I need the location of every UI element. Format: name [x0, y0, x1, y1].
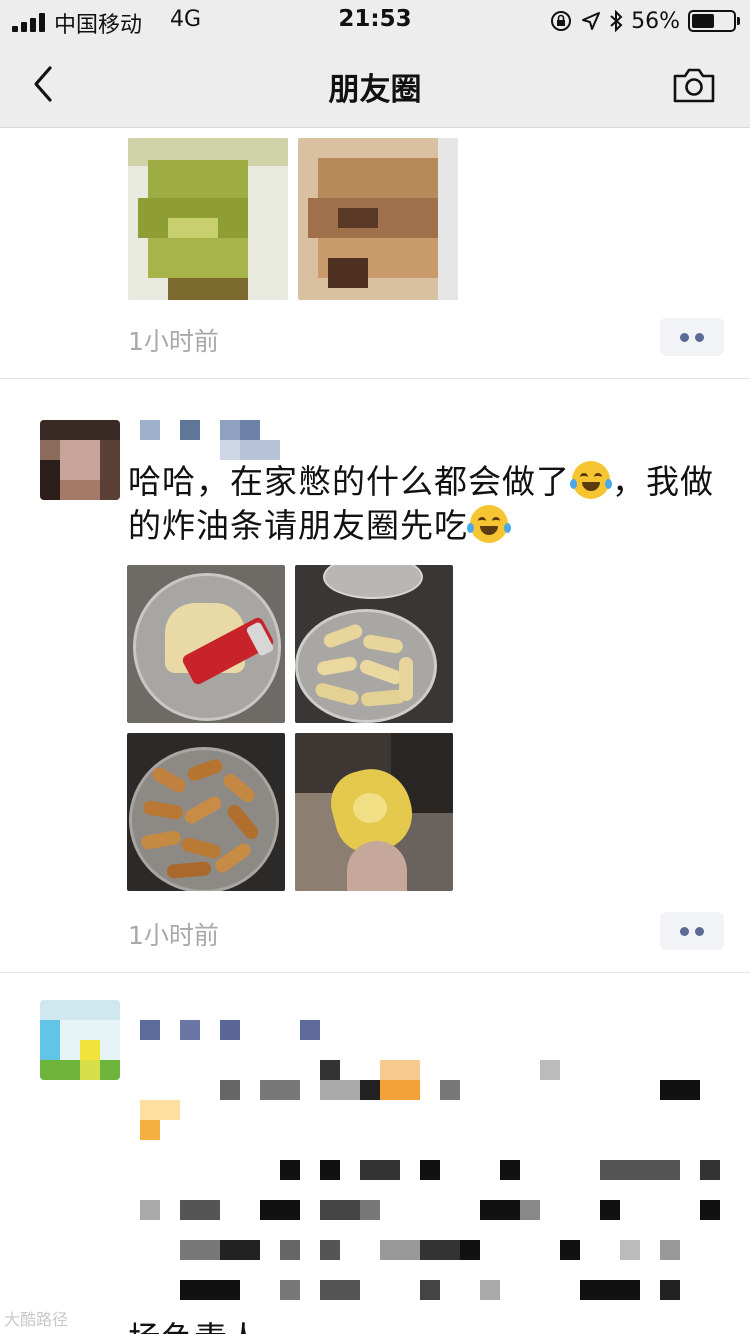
status-icons: 56% — [549, 6, 740, 36]
page-title: 朋友圈 — [328, 72, 422, 108]
post-text-partial: 场负责人 — [128, 1312, 260, 1334]
battery-percent: 56% — [631, 8, 680, 34]
post-photo-kiwi[interactable] — [128, 138, 288, 300]
post-text-partial-label: 场负责人 — [128, 1319, 260, 1334]
post-photo-bread[interactable] — [298, 138, 458, 300]
more-actions-button[interactable] — [660, 318, 724, 356]
avatar[interactable] — [40, 420, 120, 500]
crying-laughing-emoji — [570, 461, 612, 499]
post-photo-dough-strips[interactable] — [295, 565, 453, 723]
post-text: 哈哈，在家憋的什么都会做了 ，我做 的炸油条请朋友圈先吃 — [128, 460, 728, 548]
post-text-line1-end: ，我做 — [612, 462, 714, 501]
post-divider — [0, 972, 750, 973]
watermark: 大酷路径 — [4, 1310, 69, 1329]
post-text-line2: 的炸油条请朋友圈先吃 — [128, 506, 468, 545]
tears-of-joy-emoji — [467, 505, 511, 543]
battery-icon — [688, 10, 740, 32]
post-photo-fried-youtiao[interactable] — [127, 733, 285, 891]
post-divider — [0, 378, 750, 379]
post-photo-dough-can[interactable] — [127, 565, 285, 723]
post-photo-youtiao-in-hand[interactable] — [295, 733, 453, 891]
post-timestamp: 1小时前 — [128, 921, 219, 950]
rotation-lock-icon — [551, 11, 572, 31]
avatar[interactable] — [40, 1000, 120, 1080]
post-text-line1: 哈哈，在家憋的什么都会做了 — [128, 462, 570, 501]
camera-icon[interactable] — [672, 66, 716, 104]
more-actions-button[interactable] — [660, 912, 724, 950]
post-timestamp: 1小时前 — [128, 327, 219, 356]
status-bar: 中国移动 4G 21:53 56% — [0, 0, 750, 42]
battery-fill — [692, 14, 715, 28]
bluetooth-icon — [610, 10, 623, 32]
nav-bar: 朋友圈 — [0, 42, 750, 128]
location-icon — [582, 12, 601, 30]
post-author-name[interactable] — [140, 1020, 320, 1048]
post-author-name[interactable] — [140, 420, 280, 460]
